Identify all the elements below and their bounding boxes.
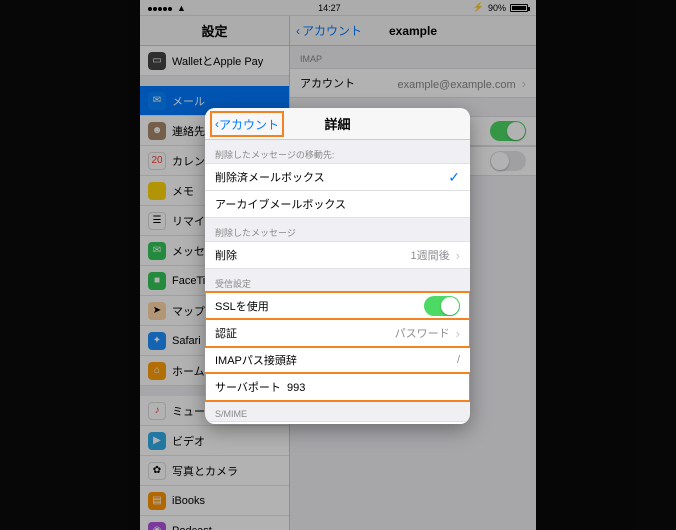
delete-row[interactable]: 削除1週間後› bbox=[205, 241, 470, 269]
section-incoming: 受信設定 bbox=[205, 269, 470, 293]
server-port-value: 993 bbox=[287, 382, 305, 394]
detail-popover: ‹アカウント 詳細 削除したメッセージの移動先: 削除済メールボックス✓ アーカ… bbox=[205, 108, 470, 424]
smime-row[interactable]: S/MIME bbox=[205, 421, 470, 424]
section-smime: S/MIME bbox=[205, 401, 470, 422]
ssl-row[interactable]: SSLを使用 bbox=[205, 292, 470, 320]
section-move-deleted: 削除したメッセージの移動先: bbox=[205, 140, 470, 164]
deleted-mailbox-row[interactable]: 削除済メールボックス✓ bbox=[205, 163, 470, 191]
imap-prefix-row[interactable]: IMAPパス接頭辞/ bbox=[205, 346, 470, 374]
server-port-row[interactable]: サーバポート 993 bbox=[205, 373, 470, 401]
chevron-right-icon: › bbox=[456, 248, 460, 263]
section-deleted-msgs: 削除したメッセージ bbox=[205, 218, 470, 242]
popover-title: 詳細 bbox=[324, 114, 350, 133]
chevron-right-icon: › bbox=[456, 326, 460, 341]
popover-back-button[interactable]: ‹アカウント bbox=[211, 112, 283, 136]
ssl-toggle[interactable] bbox=[424, 296, 460, 316]
archive-mailbox-row[interactable]: アーカイブメールボックス bbox=[205, 190, 470, 218]
checkmark-icon: ✓ bbox=[448, 169, 460, 186]
auth-row[interactable]: 認証パスワード› bbox=[205, 319, 470, 347]
